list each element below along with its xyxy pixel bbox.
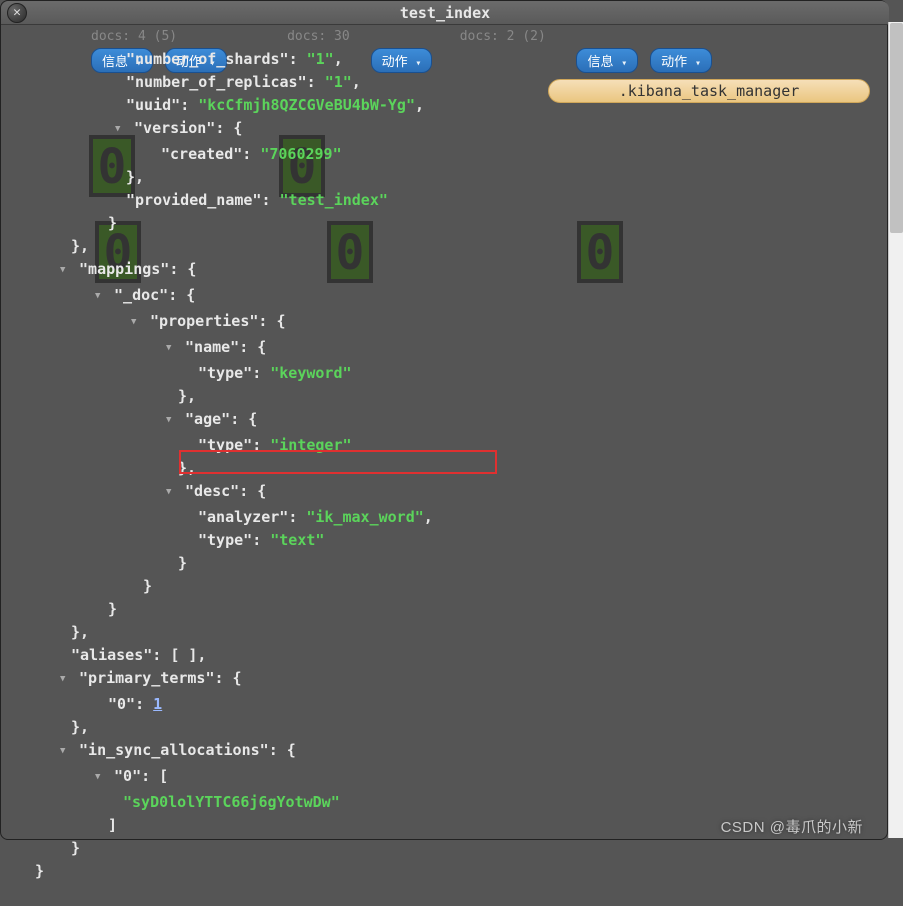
json-key: "type" [198,531,252,549]
json-key: "age" [185,410,230,428]
json-key: "desc" [185,482,239,500]
json-key: "version" [134,119,215,137]
json-string: "ik_max_word" [306,508,423,526]
collapse-toggle[interactable]: ▼ [131,311,141,334]
json-number: 1 [153,695,162,713]
collapse-toggle[interactable]: ▼ [166,337,176,360]
json-key: "uuid" [126,96,180,114]
json-key: "name" [185,338,239,356]
close-button[interactable]: ✕ [7,3,27,23]
collapse-toggle[interactable]: ▼ [95,766,105,789]
collapse-toggle[interactable]: ▼ [115,118,125,141]
modal-window: ✕ test_index docs: 4 (5) docs: 30 docs: … [0,0,888,840]
collapse-toggle[interactable]: ▼ [95,285,105,308]
json-key: "_doc" [114,286,168,304]
json-key: "0" [108,695,135,713]
json-string: "text" [270,531,324,549]
collapse-toggle[interactable]: ▼ [166,409,176,432]
collapse-toggle[interactable]: ▼ [166,481,176,504]
collapse-toggle[interactable]: ▼ [60,740,70,763]
json-key: "type" [198,364,252,382]
collapse-toggle[interactable]: ▼ [60,668,70,691]
json-key: "number_of_replicas" [126,73,307,91]
json-key: "provided_name" [126,191,261,209]
scrollbar-thumb[interactable] [890,23,903,233]
json-viewer[interactable]: "number_of_shards": "1", "number_of_repl… [23,25,883,906]
json-key: "properties" [150,312,258,330]
json-string: "keyword" [270,364,351,382]
titlebar: ✕ test_index [1,1,889,25]
json-key: "number_of_shards" [126,50,289,68]
json-string: "syD0lolYTTC66j6gYotwDw" [123,793,340,811]
modal-title: test_index [400,4,490,22]
json-key: "aliases" [71,646,152,664]
json-key: "0" [114,767,141,785]
json-key: "created" [161,145,242,163]
json-string: "test_index" [280,191,388,209]
json-key: "type" [198,436,252,454]
json-string: "7060299" [260,145,341,163]
collapse-toggle[interactable]: ▼ [60,259,70,282]
json-string: "1" [307,50,334,68]
json-key: "in_sync_allocations" [79,741,269,759]
json-key: "primary_terms" [79,669,214,687]
json-key: "analyzer" [198,508,288,526]
json-string: "kcCfmjh8QZCGVeBU4bW-Yg" [198,96,415,114]
content-area: docs: 4 (5) docs: 30 docs: 2 (2) 信息 ▾ 动作… [1,25,889,841]
json-key: "mappings" [79,260,169,278]
json-string: "integer" [270,436,351,454]
vertical-scrollbar[interactable] [888,22,903,838]
json-string: "1" [325,73,352,91]
watermark: CSDN @毒爪的小新 [721,816,863,837]
